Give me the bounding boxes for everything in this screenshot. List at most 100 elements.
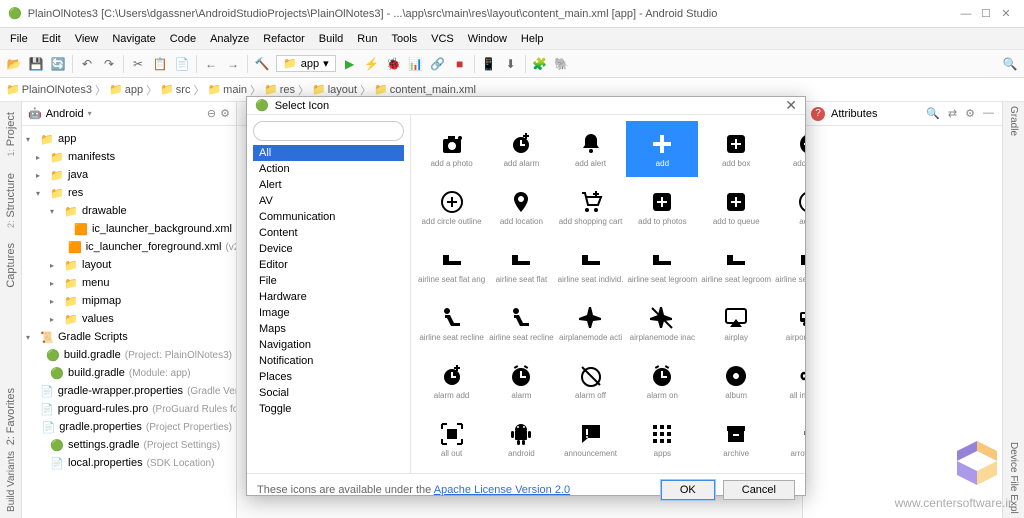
category-list[interactable]: AllActionAlertAVCommunicationContentDevi…: [253, 145, 404, 467]
menu-view[interactable]: View: [69, 31, 105, 47]
redo-icon[interactable]: ↷: [101, 56, 117, 72]
apply-icon[interactable]: ⚡: [364, 56, 380, 72]
cut-icon[interactable]: ✂: [130, 56, 146, 72]
tree-row-6[interactable]: 🟧ic_launcher_foreground.xml (v24): [22, 238, 236, 256]
minimize-button[interactable]: —: [956, 8, 976, 20]
category-editor[interactable]: Editor: [253, 257, 404, 273]
tree-row-4[interactable]: ▾📁drawable: [22, 202, 236, 220]
tree-row-8[interactable]: ▸📁menu: [22, 274, 236, 292]
icon-airplanemode-inac[interactable]: airplanemode inac: [626, 295, 698, 351]
attr-minimize-icon[interactable]: —: [983, 107, 994, 120]
icon-android[interactable]: android: [488, 411, 554, 467]
run-config-dropdown[interactable]: 📁 app ▾: [276, 55, 336, 72]
icon-alarm-add[interactable]: alarm add: [417, 353, 486, 409]
crumb-2[interactable]: 📁src: [160, 83, 190, 96]
category-hardware[interactable]: Hardware: [253, 289, 404, 305]
tree-row-3[interactable]: ▾📁res: [22, 184, 236, 202]
maximize-button[interactable]: ☐: [976, 7, 996, 20]
icon-add-to-photos[interactable]: add to photos: [626, 179, 698, 235]
category-av[interactable]: AV: [253, 193, 404, 209]
menu-analyze[interactable]: Analyze: [204, 31, 255, 47]
icon-announcement[interactable]: announcement: [557, 411, 625, 467]
crumb-4[interactable]: 📁res: [264, 83, 295, 96]
icon-grid[interactable]: add a photoadd alarmadd alertaddadd boxa…: [417, 121, 799, 467]
category-social[interactable]: Social: [253, 385, 404, 401]
category-toggle[interactable]: Toggle: [253, 401, 404, 417]
tree-row-9[interactable]: ▸📁mipmap: [22, 292, 236, 310]
icon-album[interactable]: album: [700, 353, 772, 409]
tree-row-17[interactable]: 🟢settings.gradle (Project Settings): [22, 436, 236, 454]
icon-airline-seat-legroom[interactable]: airline seat legroom: [700, 237, 772, 293]
icon-arrow-back[interactable]: arrow back: [774, 411, 805, 467]
icon-add-alarm[interactable]: add alarm: [488, 121, 554, 177]
icon-airline-seat-legroom[interactable]: airline seat legroom: [774, 237, 805, 293]
open-icon[interactable]: 📂: [6, 56, 22, 72]
menu-navigate[interactable]: Navigate: [106, 31, 161, 47]
icon-alarm[interactable]: alarm: [488, 353, 554, 409]
category-notification[interactable]: Notification: [253, 353, 404, 369]
icon-airport-shuttle[interactable]: airport shuttle: [774, 295, 805, 351]
icon-add[interactable]: add: [626, 121, 698, 177]
close-button[interactable]: ✕: [996, 7, 1016, 20]
tree-row-10[interactable]: ▸📁values: [22, 310, 236, 328]
gutter-tab-project[interactable]: 1: Project: [3, 108, 19, 161]
attr-search-icon[interactable]: 🔍: [926, 107, 940, 120]
category-all[interactable]: All: [253, 145, 404, 161]
tree-row-2[interactable]: ▸📁java: [22, 166, 236, 184]
project-panel-header[interactable]: 🤖 Android ▾ ⊖ ⚙: [22, 102, 236, 126]
category-action[interactable]: Action: [253, 161, 404, 177]
copy-icon[interactable]: 📋: [152, 56, 168, 72]
icon-apps[interactable]: apps: [626, 411, 698, 467]
menu-vcs[interactable]: VCS: [425, 31, 460, 47]
paste-icon[interactable]: 📄: [174, 56, 190, 72]
icon-add-shopping-cart[interactable]: add shopping cart: [557, 179, 625, 235]
icon-add-a-photo[interactable]: add a photo: [417, 121, 486, 177]
dialog-close-button[interactable]: ✕: [785, 97, 797, 114]
icon-alarm-on[interactable]: alarm on: [626, 353, 698, 409]
category-image[interactable]: Image: [253, 305, 404, 321]
cancel-button[interactable]: Cancel: [723, 480, 795, 500]
category-navigation[interactable]: Navigation: [253, 337, 404, 353]
category-communication[interactable]: Communication: [253, 209, 404, 225]
category-places[interactable]: Places: [253, 369, 404, 385]
icon-airline-seat-individ.[interactable]: airline seat individ.: [557, 237, 625, 293]
menu-help[interactable]: Help: [515, 31, 550, 47]
tree-row-16[interactable]: 📄gradle.properties (Project Properties): [22, 418, 236, 436]
gutter-tab-structure[interactable]: 2: Structure: [3, 169, 19, 232]
gradle-icon[interactable]: 🐘: [554, 56, 570, 72]
icon-add-location[interactable]: add location: [488, 179, 554, 235]
run-icon[interactable]: ▶: [342, 56, 358, 72]
stop-icon[interactable]: ■: [452, 56, 468, 72]
attr-gear-icon[interactable]: ⚙: [965, 107, 975, 120]
icon-airline-seat-legroom[interactable]: airline seat legroom: [626, 237, 698, 293]
gutter-tab-build-variants[interactable]: Build Variants: [6, 451, 17, 512]
tree-row-1[interactable]: ▸📁manifests: [22, 148, 236, 166]
menu-window[interactable]: Window: [462, 31, 513, 47]
crumb-1[interactable]: 📁app: [109, 83, 143, 96]
save-icon[interactable]: 💾: [28, 56, 44, 72]
forward-icon[interactable]: →: [225, 56, 241, 72]
ok-button[interactable]: OK: [661, 480, 715, 500]
icon-add-circle-outline[interactable]: add circle outline: [417, 179, 486, 235]
tree-row-5[interactable]: 🟧ic_launcher_background.xml: [22, 220, 236, 238]
crumb-5[interactable]: 📁layout: [312, 83, 357, 96]
debug-icon[interactable]: 🐞: [386, 56, 402, 72]
avd-icon[interactable]: 📱: [481, 56, 497, 72]
license-link[interactable]: Apache License Version 2.0: [434, 484, 570, 496]
icon-adjust[interactable]: adjust: [774, 179, 805, 235]
menu-run[interactable]: Run: [351, 31, 383, 47]
sync-icon[interactable]: 🔄: [50, 56, 66, 72]
icon-add-to-queue[interactable]: add to queue: [700, 179, 772, 235]
attach-icon[interactable]: 🔗: [430, 56, 446, 72]
tree-row-0[interactable]: ▾📁app: [22, 130, 236, 148]
tree-row-12[interactable]: 🟢build.gradle (Project: PlainOlNotes3): [22, 346, 236, 364]
structure-icon[interactable]: 🧩: [532, 56, 548, 72]
crumb-6[interactable]: 📁content_main.xml: [374, 83, 476, 96]
crumb-0[interactable]: 📁PlainOlNotes3: [6, 83, 92, 96]
tree-row-18[interactable]: 📄local.properties (SDK Location): [22, 454, 236, 472]
undo-icon[interactable]: ↶: [79, 56, 95, 72]
collapse-icon[interactable]: ⊖: [207, 107, 216, 120]
icon-archive[interactable]: archive: [700, 411, 772, 467]
tree-row-11[interactable]: ▾📜Gradle Scripts: [22, 328, 236, 346]
category-maps[interactable]: Maps: [253, 321, 404, 337]
